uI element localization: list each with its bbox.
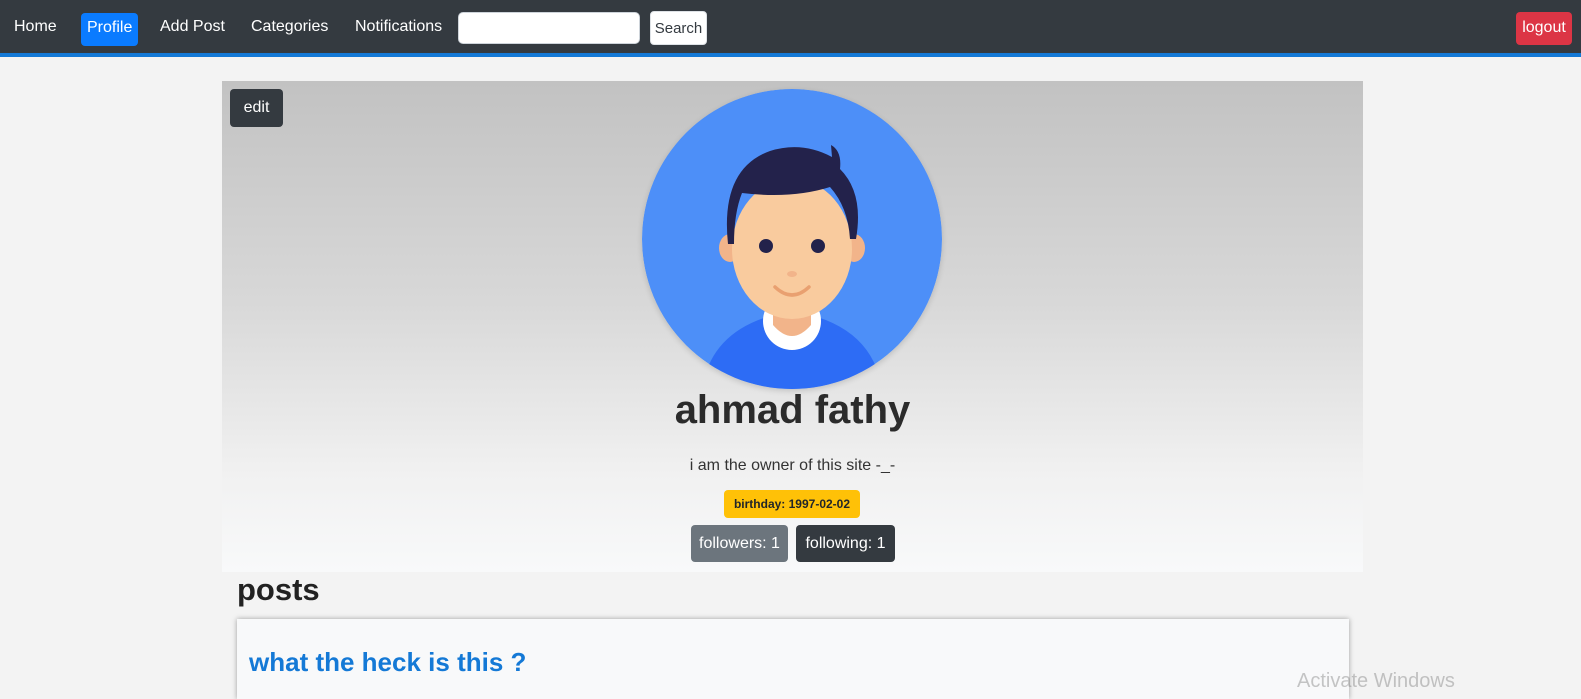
nav-link-home[interactable]: Home: [14, 18, 57, 36]
followers-button[interactable]: followers: 1: [691, 525, 788, 562]
activate-windows-watermark: Activate Windows: [1297, 670, 1455, 692]
profile-header: edit ahmad fathy i am the owner of this …: [222, 81, 1363, 572]
edit-profile-button[interactable]: edit: [230, 89, 283, 127]
post-title-link[interactable]: what the heck is this ?: [249, 647, 526, 678]
search-input[interactable]: [458, 12, 640, 44]
following-button[interactable]: following: 1: [796, 525, 895, 562]
profile-bio: i am the owner of this site -_-: [689, 457, 896, 474]
search-button[interactable]: Search: [650, 11, 707, 45]
logout-button[interactable]: logout: [1516, 12, 1572, 45]
posts-heading: posts: [237, 572, 320, 607]
post-card: what the heck is this ?: [237, 619, 1349, 699]
nav-link-add-post[interactable]: Add Post: [160, 18, 225, 36]
nav-link-categories[interactable]: Categories: [251, 18, 328, 36]
nav-link-notifications[interactable]: Notifications: [355, 18, 442, 36]
top-navbar: Home Profile Add Post Categories Notific…: [0, 0, 1581, 57]
user-avatar-icon: [642, 89, 942, 389]
profile-name: ahmad fathy: [674, 388, 911, 432]
nav-link-profile[interactable]: Profile: [81, 13, 139, 46]
avatar: [642, 89, 942, 389]
birthday-badge: birthday: 1997-02-02: [724, 490, 860, 518]
